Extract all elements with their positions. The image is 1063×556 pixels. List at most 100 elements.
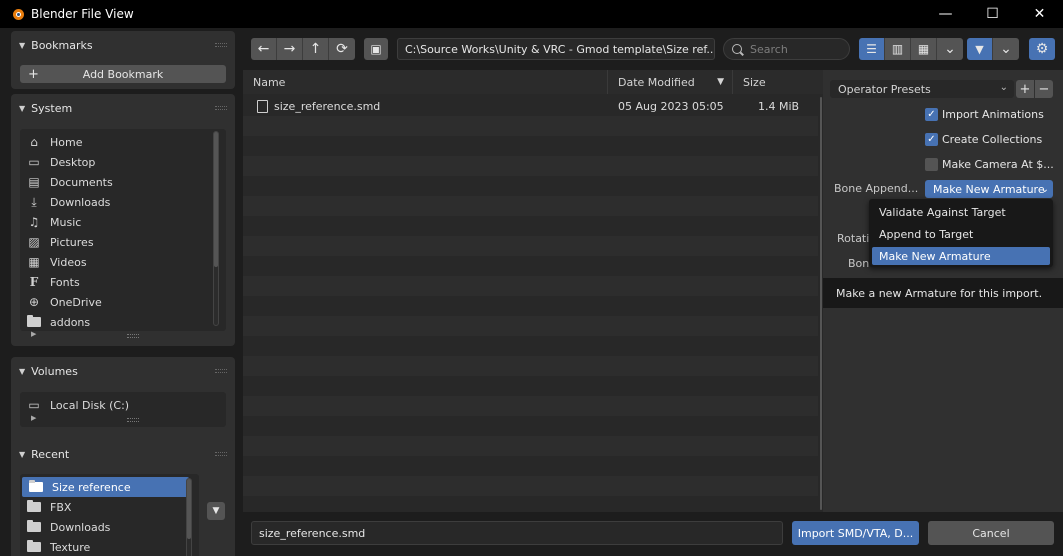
thumbnail-view-button[interactable]: ▦ bbox=[911, 38, 937, 60]
empty-row bbox=[243, 456, 818, 476]
system-item-label: Pictures bbox=[50, 235, 94, 249]
import-animations-checkbox[interactable]: ✓ Import Animations bbox=[925, 105, 1044, 123]
file-row[interactable]: size_reference.smd 05 Aug 2023 05:05 1.4… bbox=[243, 96, 818, 116]
empty-row bbox=[243, 256, 818, 276]
expand-triangle-icon[interactable]: ▶ bbox=[31, 414, 36, 422]
bottom-bar: size_reference.smd Import SMD/VTA, D... … bbox=[243, 512, 1063, 556]
column-name[interactable]: Name bbox=[243, 70, 607, 94]
system-item-addons[interactable]: addons bbox=[20, 312, 226, 331]
drag-grip-icon[interactable] bbox=[215, 43, 227, 47]
option-validate-against-target[interactable]: Validate Against Target bbox=[872, 203, 1050, 221]
empty-row bbox=[243, 356, 818, 376]
column-date-modified[interactable]: Date Modified ▼ bbox=[607, 70, 732, 94]
checkmark-icon: ✓ bbox=[925, 107, 938, 121]
folder-icon bbox=[26, 520, 42, 534]
recent-menu-button[interactable]: ▼ bbox=[207, 502, 225, 520]
recent-item-downloads[interactable]: Downloads bbox=[20, 517, 199, 537]
system-item-music[interactable]: ♫ Music bbox=[20, 212, 226, 232]
new-folder-button[interactable]: ▣ bbox=[364, 38, 388, 60]
system-header[interactable]: ▼ System bbox=[11, 94, 235, 122]
add-preset-button[interactable]: + bbox=[1016, 80, 1034, 98]
system-item-documents[interactable]: ▤ Documents bbox=[20, 172, 226, 192]
recent-scrollbar[interactable] bbox=[186, 478, 192, 556]
system-item-onedrive[interactable]: ⊕ OneDrive bbox=[20, 292, 226, 312]
empty-row bbox=[243, 156, 818, 176]
path-input[interactable]: C:\Source Works\Unity & VRC - Gmod templ… bbox=[397, 38, 715, 60]
bone-append-dropdown: Validate Against Target Append to Target… bbox=[869, 199, 1053, 267]
back-button[interactable]: ← bbox=[251, 38, 277, 60]
expand-triangle-icon[interactable]: ▶ bbox=[31, 330, 36, 338]
file-list-scrollbar[interactable] bbox=[820, 97, 822, 510]
filter-options-button[interactable]: ⌄ bbox=[993, 38, 1019, 60]
system-item-home[interactable]: ⌂ Home bbox=[20, 132, 226, 152]
system-panel: ▼ System ⌂ Home ▭ Desktop ▤ Documents ⤓ Down… bbox=[11, 94, 235, 346]
resize-grip-icon[interactable] bbox=[127, 334, 139, 338]
bone-append-value: Make New Armature bbox=[933, 182, 1045, 196]
file-icon bbox=[257, 99, 268, 113]
minimize-button[interactable]: — bbox=[922, 0, 969, 28]
close-button[interactable]: ✕ bbox=[1016, 0, 1063, 28]
resize-grip-icon[interactable] bbox=[127, 418, 139, 422]
volume-item-local-disk[interactable]: ▭ Local Disk (C:) bbox=[20, 395, 226, 415]
recent-header[interactable]: ▼ Recent bbox=[11, 440, 235, 468]
collapse-triangle-icon: ▼ bbox=[19, 103, 26, 113]
filename-input[interactable]: size_reference.smd bbox=[251, 521, 783, 545]
option-append-to-target[interactable]: Append to Target bbox=[872, 225, 1050, 243]
search-placeholder: Search bbox=[750, 42, 788, 56]
system-item-downloads[interactable]: ⤓ Downloads bbox=[20, 192, 226, 212]
volumes-header[interactable]: ▼ Volumes bbox=[11, 357, 235, 385]
import-button[interactable]: Import SMD/VTA, D... bbox=[792, 521, 919, 545]
system-scrollbar[interactable] bbox=[213, 131, 219, 326]
option-make-new-armature[interactable]: Make New Armature bbox=[872, 247, 1050, 265]
display-options-button[interactable]: ⌄ bbox=[937, 38, 963, 60]
recent-panel: ▼ Recent Size reference FBX Downloads Te… bbox=[11, 440, 235, 556]
drag-grip-icon[interactable] bbox=[215, 452, 227, 456]
recent-item-texture[interactable]: Texture bbox=[20, 537, 199, 556]
cancel-button[interactable]: Cancel bbox=[928, 521, 1054, 545]
system-item-pictures[interactable]: ▨ Pictures bbox=[20, 232, 226, 252]
horizontal-list-view-button[interactable]: ▥ bbox=[885, 38, 911, 60]
recent-item-label: FBX bbox=[50, 500, 72, 514]
volumes-list: ▭ Local Disk (C:) bbox=[20, 392, 226, 427]
operator-presets-select[interactable]: Operator Presets ⌄ bbox=[830, 80, 1014, 98]
drag-grip-icon[interactable] bbox=[215, 106, 227, 110]
create-collections-checkbox[interactable]: ✓ Create Collections bbox=[925, 130, 1042, 148]
make-camera-checkbox[interactable]: Make Camera At $... bbox=[925, 155, 1054, 173]
drag-grip-icon[interactable] bbox=[215, 369, 227, 373]
column-size[interactable]: Size bbox=[732, 70, 820, 94]
tooltip: Make a new Armature for this import. bbox=[823, 278, 1063, 308]
settings-button[interactable]: ⚙ bbox=[1029, 38, 1055, 60]
bone-append-select[interactable]: Make New Armature ⌄ bbox=[925, 180, 1053, 198]
vertical-list-view-button[interactable]: ☰ bbox=[859, 38, 885, 60]
recent-item-size-reference[interactable]: Size reference bbox=[22, 477, 189, 497]
column-size-label: Size bbox=[743, 75, 766, 89]
file-browser: Name Date Modified ▼ Size size_reference.… bbox=[243, 70, 823, 512]
recent-item-fbx[interactable]: FBX bbox=[20, 497, 199, 517]
remove-preset-button[interactable]: − bbox=[1035, 80, 1053, 98]
recent-list: Size reference FBX Downloads Texture bbox=[20, 474, 199, 556]
search-input[interactable]: Search bbox=[723, 38, 850, 60]
unchecked-box-icon bbox=[925, 157, 938, 171]
bookmarks-header[interactable]: ▼ Bookmarks bbox=[11, 31, 235, 59]
home-icon: ⌂ bbox=[30, 135, 38, 149]
add-bookmark-button[interactable]: + Add Bookmark bbox=[20, 65, 226, 83]
empty-row bbox=[243, 476, 818, 496]
column-date-label: Date Modified bbox=[618, 75, 695, 89]
system-item-fonts[interactable]: F Fonts bbox=[20, 272, 226, 292]
system-item-desktop[interactable]: ▭ Desktop bbox=[20, 152, 226, 172]
forward-button[interactable]: → bbox=[277, 38, 303, 60]
volume-item-label: Local Disk (C:) bbox=[50, 398, 130, 412]
gear-icon: ⚙ bbox=[1035, 41, 1049, 57]
parent-directory-button[interactable]: ↑ bbox=[303, 38, 329, 60]
refresh-button[interactable]: ⟳ bbox=[329, 38, 355, 60]
recent-item-label: Downloads bbox=[50, 520, 111, 534]
create-collections-label: Create Collections bbox=[942, 132, 1043, 146]
empty-row bbox=[243, 296, 818, 316]
system-item-videos[interactable]: ▦ Videos bbox=[20, 252, 226, 272]
maximize-button[interactable]: ☐ bbox=[969, 0, 1016, 28]
rotation-label: Rotati bbox=[837, 232, 870, 245]
blender-logo-icon bbox=[11, 7, 25, 21]
filter-toggle-button[interactable]: ▼ bbox=[967, 38, 993, 60]
make-camera-label: Make Camera At $... bbox=[942, 157, 1054, 171]
recent-item-label: Size reference bbox=[52, 480, 131, 494]
